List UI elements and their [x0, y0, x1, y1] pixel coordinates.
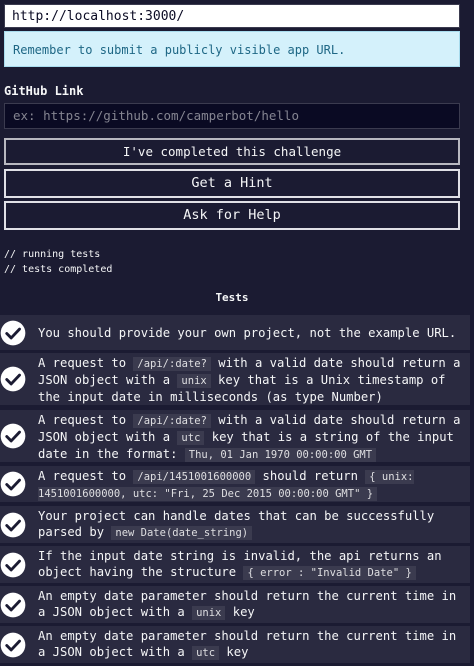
inline-code: unix — [192, 606, 226, 620]
alert-message: Remember to submit a publicly visible ap… — [4, 31, 460, 67]
test-result-row: If the input date string is invalid, the… — [0, 546, 470, 583]
checkmark-circle-icon — [0, 320, 26, 346]
test-description: A request to /api/:date? with a valid da… — [38, 355, 464, 405]
inline-code: utc — [177, 431, 205, 445]
checkmark-circle-icon — [0, 423, 26, 449]
test-result-row: A request to /api/:date? with a valid da… — [0, 410, 470, 462]
test-text: A request to — [38, 469, 134, 483]
inline-code: utc — [192, 646, 220, 660]
inline-code: /api/:date? — [133, 414, 211, 428]
test-description: A request to /api/:date? with a valid da… — [38, 412, 464, 463]
inline-code: unix — [177, 374, 211, 388]
test-log-line: // tests completed — [4, 264, 113, 275]
inline-code: { error : "Invalid Date" } — [243, 566, 416, 580]
inline-code: Thu, 01 Jan 1970 00:00:00 GMT — [184, 448, 377, 462]
inline-code: new Date(date_string) — [111, 526, 253, 540]
test-result-row: An empty date parameter should return th… — [0, 626, 470, 663]
ask-for-help-button[interactable]: Ask for Help — [4, 201, 460, 230]
test-text: key — [225, 605, 255, 619]
test-text: A request to — [38, 413, 134, 427]
test-result-row: An empty date parameter should return th… — [0, 586, 470, 623]
tests-heading: Tests — [215, 291, 249, 304]
test-description: You should provide your own project, not… — [38, 325, 464, 341]
test-description: An empty date parameter should return th… — [38, 628, 464, 661]
test-log-line: // running tests — [4, 249, 101, 260]
test-text: key — [219, 645, 249, 659]
checkmark-circle-icon — [0, 512, 26, 538]
test-text: A request to — [38, 356, 134, 370]
github-link-input[interactable]: ex: https://github.com/camperbot/hello — [4, 103, 460, 129]
test-description: If the input date string is invalid, the… — [38, 548, 464, 581]
checkmark-circle-icon — [0, 471, 26, 497]
test-result-row: You should provide your own project, not… — [0, 315, 470, 350]
test-text: You should provide your own project, not… — [38, 326, 457, 340]
test-description: Your project can handle dates that can b… — [38, 508, 464, 541]
test-text: should return — [255, 469, 366, 483]
test-result-row: A request to /api/:date? with a valid da… — [0, 353, 470, 405]
inline-code: /api/1451001600000 — [133, 470, 256, 484]
checkmark-circle-icon — [0, 632, 26, 658]
get-hint-button[interactable]: Get a Hint — [4, 169, 460, 198]
complete-challenge-button[interactable]: I've completed this challenge — [4, 138, 460, 165]
project-url-field[interactable]: http://localhost:3000/ — [4, 4, 460, 28]
inline-code: /api/:date? — [133, 357, 211, 371]
checkmark-circle-icon — [0, 552, 26, 578]
checkmark-circle-icon — [0, 366, 26, 392]
test-description: A request to /api/1451001600000 should r… — [38, 468, 464, 502]
github-link-label: GitHub Link — [4, 84, 84, 98]
test-result-row: A request to /api/1451001600000 should r… — [0, 466, 470, 502]
checkmark-circle-icon — [0, 592, 26, 618]
test-description: An empty date parameter should return th… — [38, 588, 464, 621]
test-result-row: Your project can handle dates that can b… — [0, 506, 470, 543]
